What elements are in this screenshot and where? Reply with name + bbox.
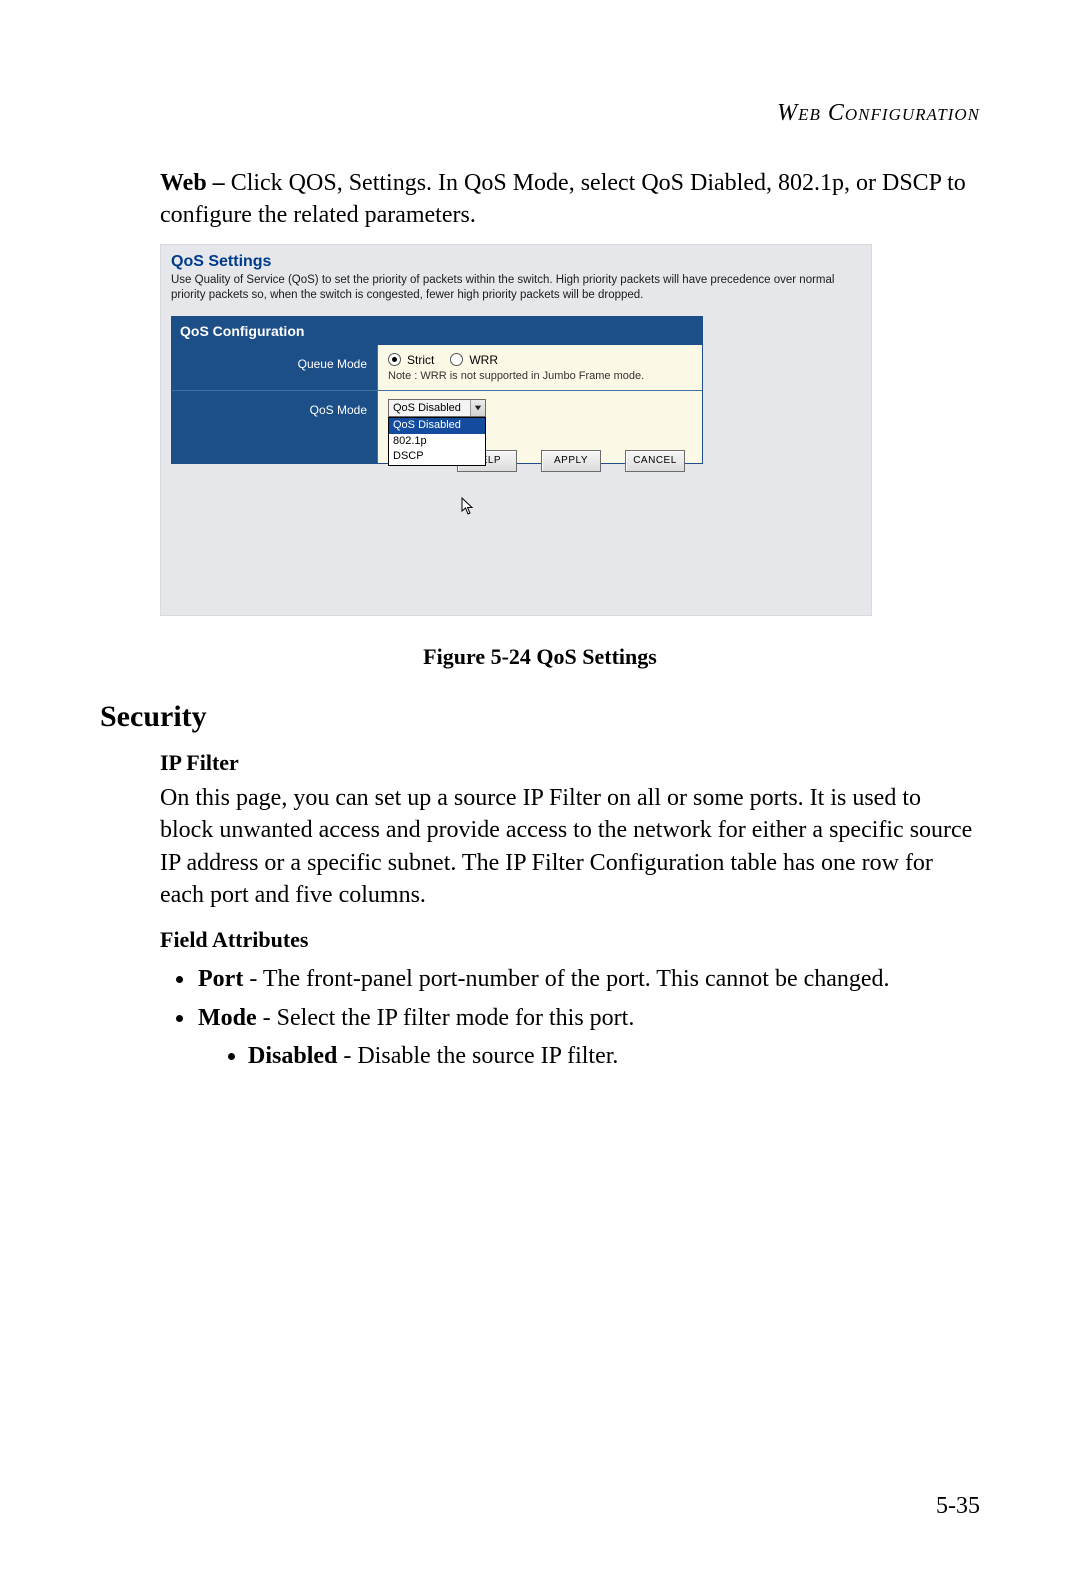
qos-description: Use Quality of Service (QoS) to set the … xyxy=(161,273,871,314)
radio-wrr[interactable] xyxy=(450,353,463,366)
page: Web Configuration Web – Click QOS, Setti… xyxy=(0,0,1080,1570)
qos-title: QoS Settings xyxy=(161,245,871,273)
attr-text: - The front-panel port-number of the por… xyxy=(243,966,889,992)
attr-label: Port xyxy=(198,966,243,992)
page-number: 5-35 xyxy=(936,1493,980,1520)
queue-mode-radios: Strict WRR xyxy=(388,353,692,367)
list-item: Mode - Select the IP filter mode for thi… xyxy=(196,1002,980,1073)
queue-mode-label: Queue Mode xyxy=(172,345,378,390)
qos-mode-option[interactable]: DSCP xyxy=(389,449,485,465)
cancel-button[interactable]: CANCEL xyxy=(625,450,685,472)
qos-mode-select[interactable]: QoS Disabled QoS Disabled 802.1p DSCP xyxy=(388,399,486,417)
radio-strict-label: Strict xyxy=(407,353,434,367)
qos-mode-dropdown[interactable]: QoS Disabled 802.1p DSCP xyxy=(388,417,486,466)
security-heading: Security xyxy=(100,700,980,734)
ip-filter-text: On this page, you can set up a source IP… xyxy=(160,782,980,912)
apply-button[interactable]: APPLY xyxy=(541,450,601,472)
list-item: Disabled - Disable the source IP filter. xyxy=(248,1040,980,1072)
radio-strict[interactable] xyxy=(388,353,401,366)
subattr-label: Disabled xyxy=(248,1043,337,1069)
chevron-down-icon[interactable] xyxy=(470,400,485,416)
queue-mode-row: Queue Mode Strict WRR Note : WRR is not … xyxy=(172,345,702,390)
queue-mode-field: Strict WRR Note : WRR is not supported i… xyxy=(378,345,702,390)
qos-config-header: QoS Configuration xyxy=(172,317,702,345)
intro-paragraph: Web – Click QOS, Settings. In QoS Mode, … xyxy=(160,167,980,232)
qos-mode-option[interactable]: QoS Disabled xyxy=(389,418,485,434)
qos-mode-option[interactable]: 802.1p xyxy=(389,434,485,450)
field-attributes-heading: Field Attributes xyxy=(160,927,980,953)
list-item: Port - The front-panel port-number of th… xyxy=(196,963,980,995)
attr-label: Mode xyxy=(198,1005,257,1031)
page-header-right: Web Configuration xyxy=(100,100,980,127)
queue-mode-note: Note : WRR is not supported in Jumbo Fra… xyxy=(388,370,692,382)
subattr-text: - Disable the source IP filter. xyxy=(337,1043,618,1069)
attr-text: - Select the IP filter mode for this por… xyxy=(257,1005,635,1031)
field-attributes-list: Port - The front-panel port-number of th… xyxy=(160,963,980,1072)
intro-lead: Web – xyxy=(160,170,225,196)
figure-caption: Figure 5-24 QoS Settings xyxy=(100,644,980,670)
qos-config-table: QoS Configuration Queue Mode Strict WRR … xyxy=(171,316,703,464)
ip-filter-heading: IP Filter xyxy=(160,750,980,776)
cursor-icon xyxy=(461,497,477,522)
field-attributes-sublist: Disabled - Disable the source IP filter. xyxy=(218,1040,980,1072)
intro-rest: Click QOS, Settings. In QoS Mode, select… xyxy=(160,170,966,228)
radio-wrr-label: WRR xyxy=(469,353,498,367)
qos-settings-screenshot: QoS Settings Use Quality of Service (QoS… xyxy=(160,244,872,616)
